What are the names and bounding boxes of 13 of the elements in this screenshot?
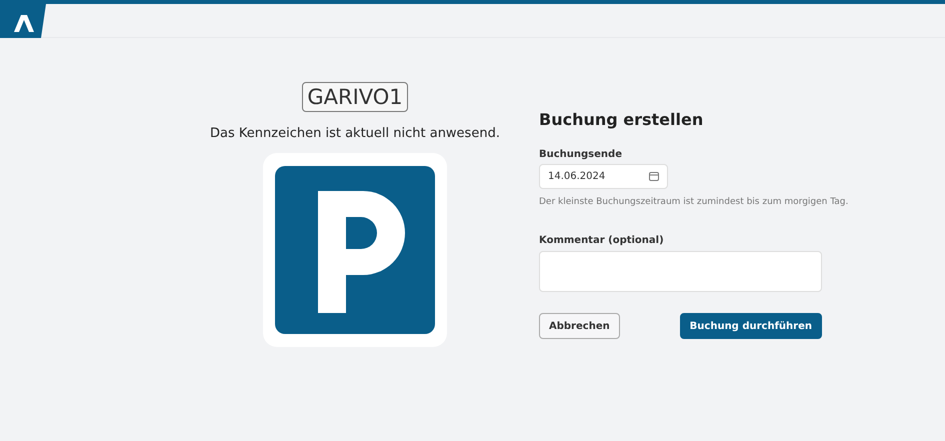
- parking-sign-icon: [263, 153, 447, 347]
- field-label: Buchungsende: [539, 149, 622, 160]
- form-title: Buchung erstellen: [539, 110, 704, 129]
- calendar-icon[interactable]: [649, 172, 659, 181]
- comment-field[interactable]: [539, 251, 822, 292]
- cancel-button[interactable]: Abbrechen: [539, 313, 620, 339]
- field-label: Kommentar (optional): [539, 235, 664, 246]
- logo-icon[interactable]: [0, 4, 46, 40]
- status-text: Das Kennzeichen ist aktuell nicht anwesend.: [210, 126, 500, 141]
- submit-button[interactable]: Buchung durchführen: [680, 313, 822, 339]
- license-plate: GARIVO1: [302, 82, 408, 112]
- date-field[interactable]: 14.06.2024: [539, 164, 668, 189]
- hint-text: Der kleinste Buchungszeitraum ist zumindest bis zum morgigen Tag.: [539, 197, 848, 207]
